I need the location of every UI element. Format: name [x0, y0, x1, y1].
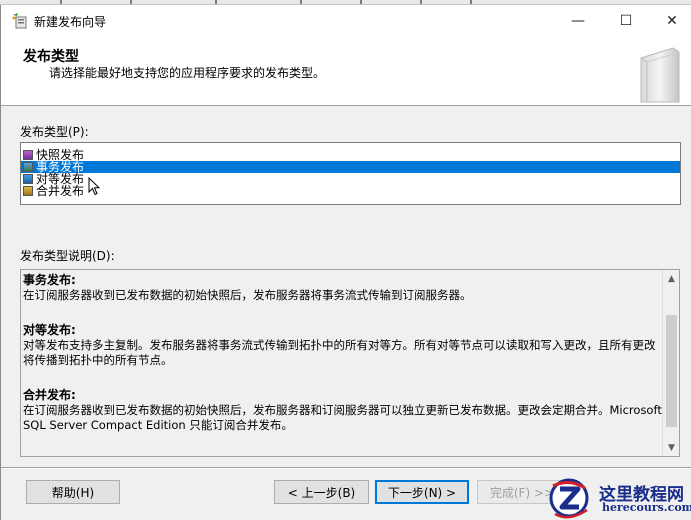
list-item-snapshot-publication[interactable]: 快照发布	[21, 149, 680, 161]
merge-publication-icon	[23, 186, 33, 196]
page-title: 发布类型	[23, 49, 79, 65]
section-body: 在订阅服务器收到已发布数据的初始快照后，发布服务器和订阅服务器可以独立更新已发布…	[23, 403, 662, 432]
description-scrollbar[interactable]: ▲ ▼	[662, 270, 679, 456]
new-publication-wizard-dialog: 新建发布向导 — ☐ ✕ 发布类型 请选择能最好地支持您的应用程序要求的发布类型…	[0, 5, 691, 520]
help-button[interactable]: 帮助(H)	[26, 480, 120, 504]
list-item-merge-publication[interactable]: 合并发布	[21, 185, 680, 197]
section-body: 在订阅服务器收到已发布数据的初始快照后，发布服务器将事务流式传输到订阅服务器。	[23, 288, 472, 302]
peer-to-peer-publication-icon	[23, 174, 33, 184]
maximize-button[interactable]: ☐	[603, 5, 649, 36]
footer-divider-highlight	[1, 468, 691, 469]
watermark-logo-icon	[549, 478, 589, 519]
title-bar: 新建发布向导 — ☐ ✕	[1, 5, 691, 36]
description-section: 合并发布: 在订阅服务器收到已发布数据的初始快照后，发布服务器和订阅服务器可以独…	[23, 388, 663, 433]
list-item-transactional-publication[interactable]: 事务发布	[21, 161, 680, 173]
site-watermark: 这里教程网 herecours.com	[545, 476, 691, 520]
section-title: 合并发布:	[23, 388, 76, 402]
list-item-label: 合并发布	[36, 184, 85, 198]
page-subtitle: 请选择能最好地支持您的应用程序要求的发布类型。	[49, 66, 326, 80]
publication-type-list[interactable]: 快照发布 事务发布 对等发布 合并发布	[20, 142, 681, 205]
list-item-peer-to-peer-publication[interactable]: 对等发布	[21, 173, 680, 185]
next-button[interactable]: 下一步(N) >	[375, 480, 469, 504]
snapshot-publication-icon	[23, 150, 33, 160]
close-button[interactable]: ✕	[649, 5, 691, 36]
section-title: 事务发布:	[23, 273, 76, 287]
publication-description-box[interactable]: 事务发布: 在订阅服务器收到已发布数据的初始快照后，发布服务器将事务流式传输到订…	[20, 269, 680, 457]
transactional-publication-icon	[23, 162, 33, 172]
watermark-url: herecours.com	[602, 501, 691, 514]
publication-type-label: 发布类型(P):	[20, 125, 89, 139]
minimize-button[interactable]: —	[555, 5, 601, 36]
publication-description-label: 发布类型说明(D):	[20, 249, 115, 263]
description-section: 对等发布: 对等发布支持多主复制。发布服务器将事务流式传输到拓扑中的所有对等方。…	[23, 323, 663, 368]
wizard-header: 发布类型 请选择能最好地支持您的应用程序要求的发布类型。	[1, 36, 691, 106]
description-text: 事务发布: 在订阅服务器收到已发布数据的初始快照后，发布服务器将事务流式传输到订…	[23, 273, 663, 453]
window-title: 新建发布向导	[34, 15, 107, 29]
scroll-thumb[interactable]	[666, 315, 677, 427]
mouse-pointer-icon	[88, 177, 101, 196]
scroll-up-arrow-icon[interactable]: ▲	[663, 270, 679, 287]
wizard-icon	[12, 13, 27, 29]
back-button[interactable]: < 上一步(B)	[274, 480, 369, 504]
scroll-down-arrow-icon[interactable]: ▼	[663, 439, 679, 456]
description-section: 事务发布: 在订阅服务器收到已发布数据的初始快照后，发布服务器将事务流式传输到订…	[23, 273, 663, 303]
section-title: 对等发布:	[23, 323, 76, 337]
wizard-banner-icon	[640, 47, 680, 103]
section-body: 对等发布支持多主复制。发布服务器将事务流式传输到拓扑中的所有对等方。所有对等节点…	[23, 338, 656, 367]
